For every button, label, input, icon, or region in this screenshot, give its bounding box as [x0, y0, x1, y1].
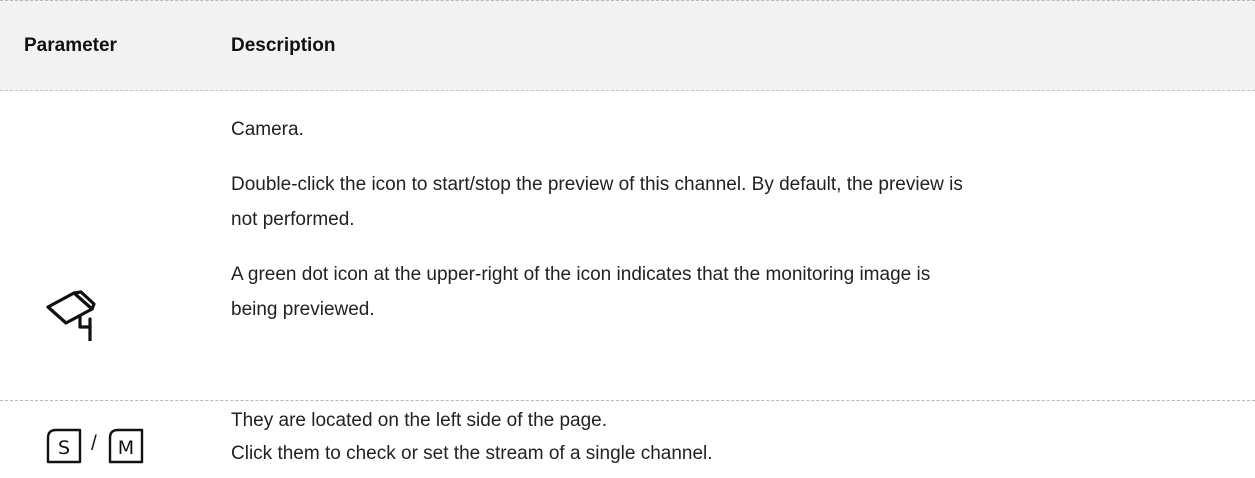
- row1-description-line-1: Camera.: [231, 119, 304, 140]
- row1-description-line-5: being previewed.: [231, 299, 375, 320]
- icon-separator: /: [91, 432, 97, 455]
- m-stream-icon: M: [108, 428, 144, 464]
- svg-text:M: M: [118, 437, 134, 459]
- svg-text:S: S: [58, 437, 70, 459]
- table-row: S / M They are located on the left side …: [0, 401, 1255, 478]
- s-stream-icon: S: [46, 428, 82, 464]
- row1-description-line-4: A green dot icon at the upper-right of t…: [231, 264, 931, 285]
- header-parameter: Parameter: [24, 35, 117, 56]
- stream-icons: S / M: [46, 428, 156, 464]
- row2-description-line-2: Click them to check or set the stream of…: [231, 443, 713, 464]
- row2-description-line-1: They are located on the left side of the…: [231, 410, 608, 431]
- row1-description-line-3: not performed.: [231, 209, 355, 230]
- row1-description-line-2: Double-click the icon to start/stop the …: [231, 174, 963, 195]
- header-description: Description: [231, 35, 336, 56]
- table-header-row: Parameter Description: [0, 0, 1255, 91]
- camera-icon: [46, 290, 96, 341]
- table-row: Camera. Double-click the icon to start/s…: [0, 91, 1255, 401]
- parameter-table: Parameter Description Camera. Double-cli…: [0, 0, 1255, 478]
